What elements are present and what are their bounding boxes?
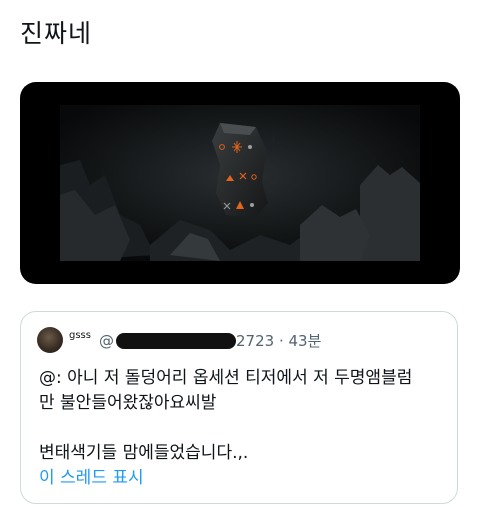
redaction-mark [115, 333, 236, 349]
quoted-tweet-header: gsss @2723 · 43분 [37, 326, 321, 354]
body-line: @: 아니 저 돌덩어리 옵세션 티저에서 저 두명앰블럼 [39, 368, 413, 388]
video-thumbnail[interactable] [60, 105, 420, 261]
show-thread-link[interactable]: 이 스레드 표시 [39, 466, 144, 491]
author-name[interactable]: gsss [69, 330, 91, 341]
separator: · [278, 331, 284, 350]
quoted-tweet-body: @: 아니 저 돌덩어리 옵세션 티저에서 저 두명앰블럼 만 불안들어왔잖아요… [39, 366, 449, 466]
scene-illustration [60, 105, 420, 261]
body-line: 변태색기들 맘에들었습니다.,. [39, 443, 249, 463]
media-card[interactable] [20, 82, 460, 284]
handle-suffix: 2723 [235, 331, 275, 350]
avatar[interactable] [37, 327, 63, 353]
quoted-tweet[interactable]: gsss @2723 · 43분 @: 아니 저 돌덩어리 옵세션 티저에서 저… [20, 311, 458, 504]
body-line: 만 불안들어왔잖아요씨발 [39, 393, 217, 413]
tweet-text: 진짜네 [20, 19, 93, 48]
handle-prefix: @ [98, 331, 114, 350]
timestamp[interactable]: 43분 [289, 332, 322, 350]
author-handle[interactable]: @2723 · 43분 [99, 330, 321, 351]
